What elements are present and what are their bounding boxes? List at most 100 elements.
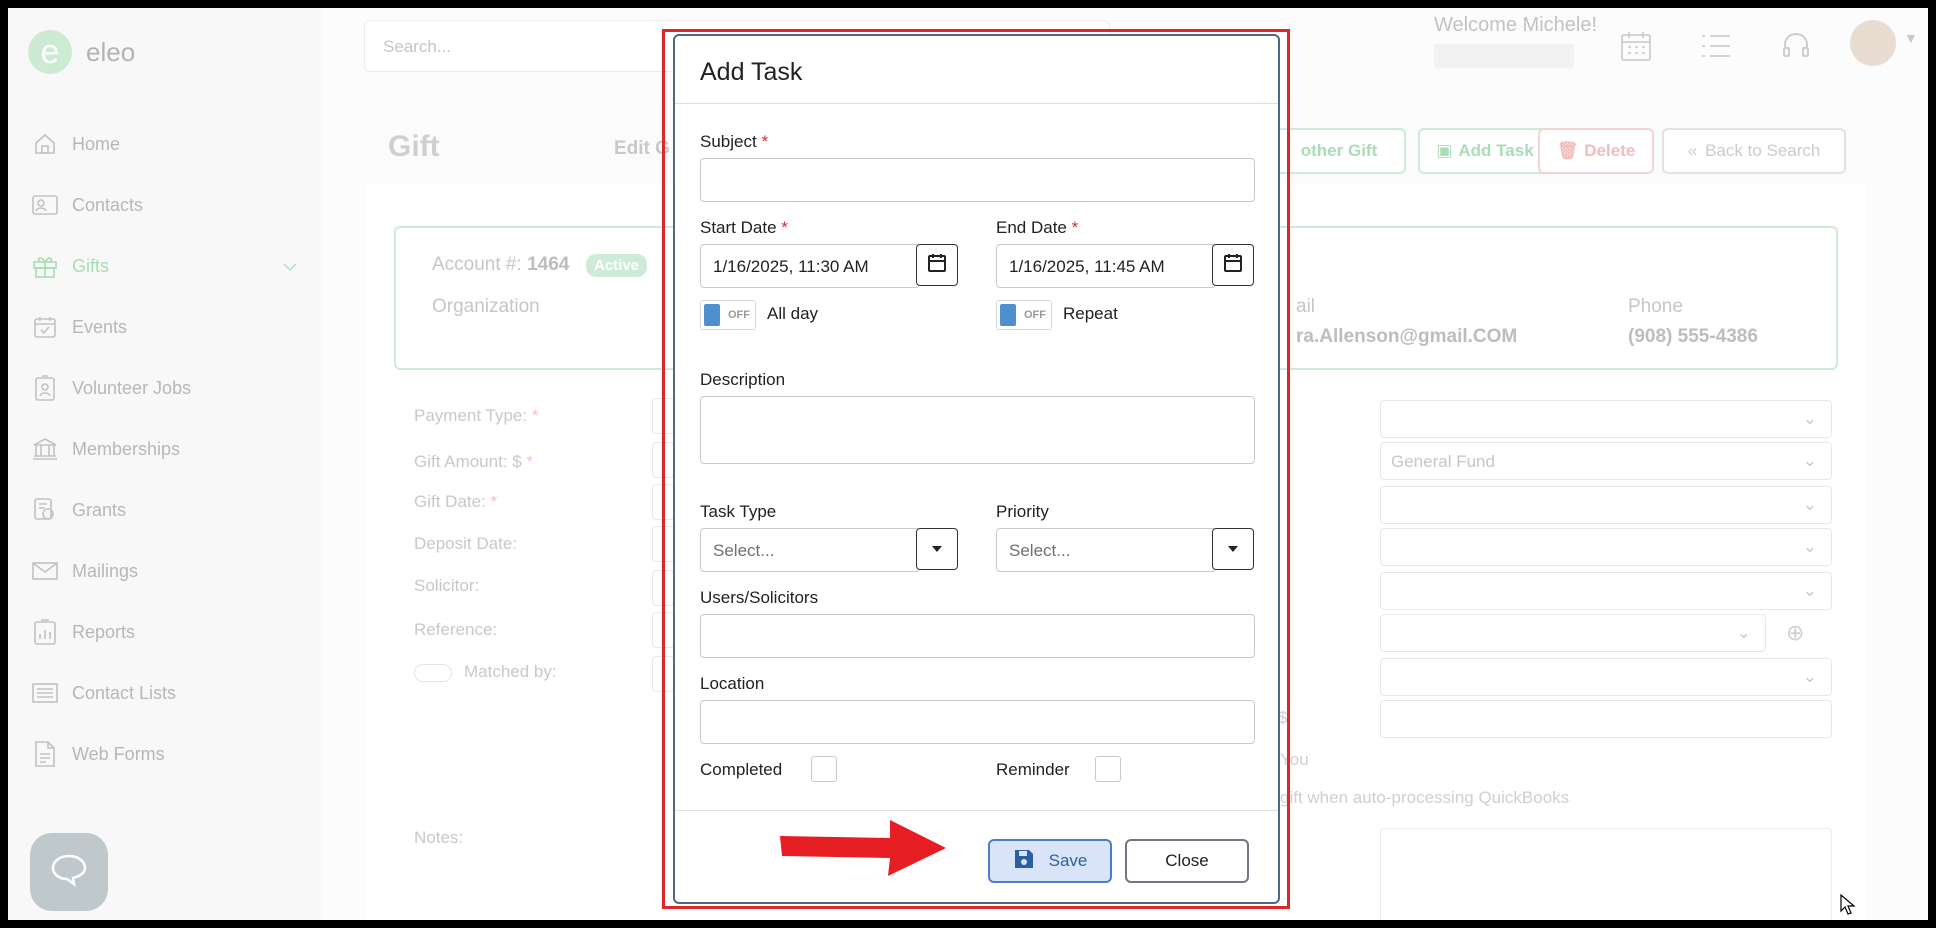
screen: e eleo Home Contacts Gifts Events Volunt… [8,8,1928,920]
start-date-input[interactable]: 1/16/2025, 11:30 AM [700,244,920,288]
sidebar-item-events[interactable]: Events [8,303,322,351]
toggle-state: OFF [728,309,750,321]
matched-by-label: Matched by: [464,662,557,681]
right-select-6[interactable]: ⌄ [1380,614,1766,652]
sidebar-item-label: Memberships [72,438,181,459]
calendar-icon[interactable] [1616,26,1656,66]
location-input[interactable] [700,700,1255,744]
sidebar-item-label: Reports [72,621,136,642]
chevron-down-icon: ⌄ [1802,495,1817,514]
calendar-icon [927,253,947,278]
sidebar-item-reports[interactable]: Reports [8,608,322,656]
account-label: Account #: [432,254,522,275]
gift-date-text: Gift Date: [414,492,486,511]
end-date-label-text: End Date [996,218,1067,237]
add-task-label: Add Task [1458,141,1534,160]
subject-label: Subject * [700,132,768,152]
email-value: ra.Allenson@gmail.COM [1296,326,1518,347]
right-select-4[interactable]: ⌄ [1380,528,1832,566]
calendar-icon [1223,253,1243,278]
right-select-1[interactable]: ⌄ [1380,400,1832,438]
avatar[interactable] [1850,20,1896,66]
end-date-label: End Date * [996,218,1078,238]
fund-select[interactable]: General Fund ⌄ [1380,442,1832,480]
right-select-5[interactable]: ⌄ [1380,572,1832,610]
chevron-down-icon[interactable] [282,256,298,277]
welcome-subtitle [1434,44,1574,68]
headset-icon[interactable] [1776,26,1816,66]
required-mark: * [761,132,769,151]
close-button[interactable]: Close [1125,839,1249,883]
delete-button[interactable]: 🗑 Delete [1538,128,1654,174]
chat-button[interactable] [30,833,108,911]
sidebar-item-grants[interactable]: Grants [8,486,322,534]
sidebar-item-mailings[interactable]: Mailings [8,547,322,595]
dialog-title: Add Task [700,58,803,86]
sidebar-item-memberships[interactable]: Memberships [8,425,322,473]
required-mark: * [1071,218,1079,237]
right-input-8[interactable] [1380,700,1832,738]
sidebar-item-web-forms[interactable]: Web Forms [8,730,322,778]
task-type-dropdown-button[interactable] [916,528,958,570]
notes-input[interactable] [1380,828,1832,920]
priority-dropdown-button[interactable] [1212,528,1254,570]
required-mark: * [781,218,788,237]
back-to-search-button[interactable]: « Back to Search [1662,128,1846,174]
toggle-knob [1000,304,1016,326]
end-date-picker-button[interactable] [1212,244,1254,286]
right-select-7[interactable]: ⌄ [1380,658,1832,696]
required-mark: * [526,452,534,471]
gift-date-label: Gift Date: * [414,492,497,512]
delete-label: Delete [1584,141,1636,160]
chevron-down-icon: ⌄ [1802,451,1817,470]
repeat-toggle[interactable]: OFF [996,300,1052,330]
all-day-toggle[interactable]: OFF [700,300,756,330]
payment-type-text: Payment Type: [414,406,528,425]
add-task-dialog: Add Task Subject * Start Date * 1/16/202… [673,34,1280,904]
logo-text: eleo [86,36,136,67]
add-task-button[interactable]: ▣ Add Task [1418,128,1552,174]
sidebar-item-volunteer-jobs[interactable]: Volunteer Jobs [8,364,322,412]
quickbooks-label: gift when auto-processing QuickBooks [1280,788,1570,807]
reminder-checkbox[interactable] [1095,756,1121,782]
end-date-input[interactable]: 1/16/2025, 11:45 AM [996,244,1216,288]
priority-label: Priority [996,502,1049,521]
another-gift-button[interactable]: other Gift [1272,128,1406,174]
mail-icon [30,557,60,585]
description-label: Description [700,370,786,389]
required-mark: * [490,492,498,511]
right-select-3[interactable]: ⌄ [1380,486,1832,524]
task-type-select[interactable]: Select... [700,528,920,572]
priority-select[interactable]: Select... [996,528,1216,572]
subject-input[interactable] [700,158,1255,202]
add-circle-icon[interactable]: ⊕ [1786,620,1804,646]
sidebar-item-contacts[interactable]: Contacts [8,181,322,229]
sidebar-item-contact-lists[interactable]: Contact Lists [8,669,322,717]
completed-label: Completed [700,760,783,779]
close-label: Close [1165,851,1209,870]
account-number-value: 1464 [527,254,570,275]
sidebar-item-label: Events [72,316,128,337]
sidebar-item-gifts[interactable]: Gifts [8,242,322,290]
sidebar-item-label: Web Forms [72,743,165,764]
status-badge: Active [586,254,648,277]
sidebar-item-home[interactable]: Home [8,120,322,168]
logo-icon: e [28,30,72,74]
welcome-text: Welcome Michele! [1434,14,1598,36]
task-list-icon[interactable] [1696,26,1736,66]
description-input[interactable] [700,396,1255,464]
gift-amount-label: Gift Amount: $ * [414,452,533,472]
users-solicitors-input[interactable] [700,614,1255,658]
location-label: Location [700,674,765,693]
caret-down-icon[interactable]: ▼ [1904,30,1918,46]
back-label: Back to Search [1705,141,1821,160]
page-title: Gift [388,130,440,163]
start-date-picker-button[interactable] [916,244,958,286]
chevron-down-icon: ⌄ [1736,623,1751,642]
app-logo[interactable]: e eleo [28,30,135,74]
completed-checkbox[interactable] [811,756,837,782]
save-button[interactable]: Save [988,839,1112,883]
matched-by-toggle[interactable] [414,664,452,682]
bank-icon [30,435,60,463]
annotation-arrow-icon [780,818,950,881]
